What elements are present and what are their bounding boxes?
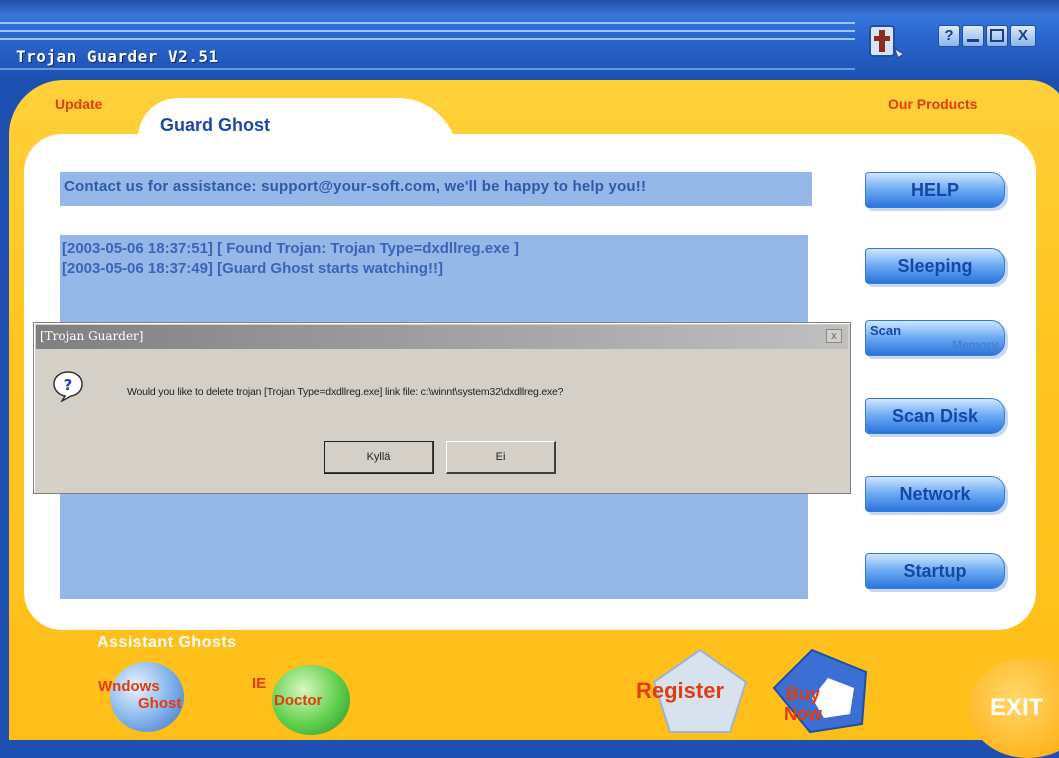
dialog-message: Would you like to delete trojan [Trojan … [127,386,564,398]
minimize-icon [967,39,979,42]
our-products-link[interactable]: Our Products [888,96,977,112]
help-window-button[interactable]: ? [938,25,960,47]
sleeping-button[interactable]: Sleeping [865,248,1005,284]
scan-memory-label-1: Scan [870,323,902,338]
assistant-ghosts-label: Assistant Ghosts [97,634,237,651]
buy-now-label-2: Now [784,704,822,724]
network-button[interactable]: Network [865,476,1005,512]
log-entry: [2003-05-06 18:37:49] [Guard Ghost start… [62,260,443,277]
title-top-strip [0,0,1059,16]
question-icon: ? [53,371,83,402]
restore-icon [990,29,1004,42]
restore-button[interactable] [986,25,1008,47]
yes-button[interactable]: Kyllä [324,441,434,474]
dialog-titlebar: [Trojan Guarder] x [36,325,848,349]
help-window-label: ? [944,27,954,44]
scan-disk-button[interactable]: Scan Disk [865,398,1005,434]
minimize-button[interactable] [962,25,984,47]
update-link[interactable]: Update [55,96,102,112]
shield-icon [869,25,906,60]
no-button[interactable]: Ei [446,441,556,474]
scan-memory-label-2: Memory [951,338,998,352]
contact-message: Contact us for assistance: support@your-… [60,172,812,206]
close-window-label: X [1017,27,1028,44]
exit-label: EXIT [990,694,1044,721]
ie-doctor-label-1: IE [252,675,267,692]
windows-ghost-label-1: Wndows [98,678,160,695]
register-button[interactable]: Register [636,678,724,704]
help-button[interactable]: HELP [865,172,1005,208]
close-window-button[interactable]: X [1010,25,1036,47]
ie-doctor-button[interactable]: IE Doctor [252,675,322,709]
title-line [0,38,855,40]
dialog-title: [Trojan Guarder] [40,329,144,343]
log-entry: [2003-05-06 18:37:51] [ Found Trojan: Tr… [62,240,519,257]
dialog-close-button[interactable]: x [826,329,842,343]
title-line [0,30,855,32]
buy-now-label-1: Buy [785,684,820,704]
scan-memory-button[interactable]: Scan Memory [865,320,1005,356]
windows-ghost-label-2: Ghost [138,695,182,712]
startup-button[interactable]: Startup [865,553,1005,589]
confirm-dialog: [Trojan Guarder] x [33,322,851,494]
buy-now-button[interactable]: Buy Now [782,684,824,724]
title-line [0,22,855,24]
svg-text:?: ? [64,376,73,394]
title-line [0,68,855,70]
app-title: Trojan Guarder V2.51 [16,47,219,66]
windows-ghost-button[interactable]: Wndows Ghost [98,678,181,712]
ie-doctor-label-2: Doctor [274,692,323,709]
tab-guard-ghost[interactable]: Guard Ghost [160,115,270,136]
